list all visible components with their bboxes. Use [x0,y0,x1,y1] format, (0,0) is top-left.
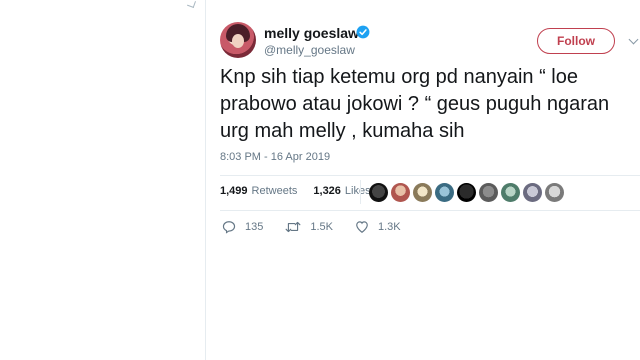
liker-avatar[interactable] [479,183,498,202]
liker-avatar[interactable] [501,183,520,202]
decorative-mark [187,0,196,8]
tweet-card: melly goeslaw @melly_goeslaw Follow Knp … [205,0,640,360]
divider [220,175,640,176]
liker-avatar[interactable] [391,183,410,202]
like-count: 1.3K [378,221,401,233]
user-handle[interactable]: @melly_goeslaw [264,43,355,57]
tweet-actions: 135 1.5K 1.3K [222,220,423,234]
liker-avatar[interactable] [523,183,542,202]
retweet-count: 1.5K [310,221,333,233]
liker-avatar[interactable] [369,183,388,202]
chevron-down-icon[interactable] [628,34,639,45]
liker-avatar[interactable] [545,183,564,202]
liker-avatar[interactable] [435,183,454,202]
tweet-text: Knp sih tiap ketemu org pd nanyain “ loe… [220,66,610,142]
engagement-stats: 1,499 Retweets 1,326 Likes [220,185,371,197]
retweet-action[interactable]: 1.5K [285,220,333,234]
retweet-icon [285,221,301,233]
likes-count[interactable]: 1,326 [313,185,341,197]
display-name[interactable]: melly goeslaw [264,25,359,41]
avatar[interactable] [220,22,256,58]
likes-label[interactable]: Likes [345,185,371,197]
stats-separator [360,180,361,204]
liker-avatar[interactable] [457,183,476,202]
retweets-label[interactable]: Retweets [252,185,298,197]
liker-avatars [369,183,564,202]
reply-icon [222,221,236,234]
liker-avatar[interactable] [413,183,432,202]
tweet-timestamp[interactable]: 8:03 PM - 16 Apr 2019 [220,151,330,163]
reply-count: 135 [245,221,264,233]
reply-action[interactable]: 135 [222,220,263,234]
like-icon [356,221,368,233]
follow-button[interactable]: Follow [537,28,615,54]
retweets-count[interactable]: 1,499 [220,185,248,197]
divider [220,210,640,211]
like-action[interactable]: 1.3K [355,220,401,234]
verified-badge-icon [356,25,370,39]
